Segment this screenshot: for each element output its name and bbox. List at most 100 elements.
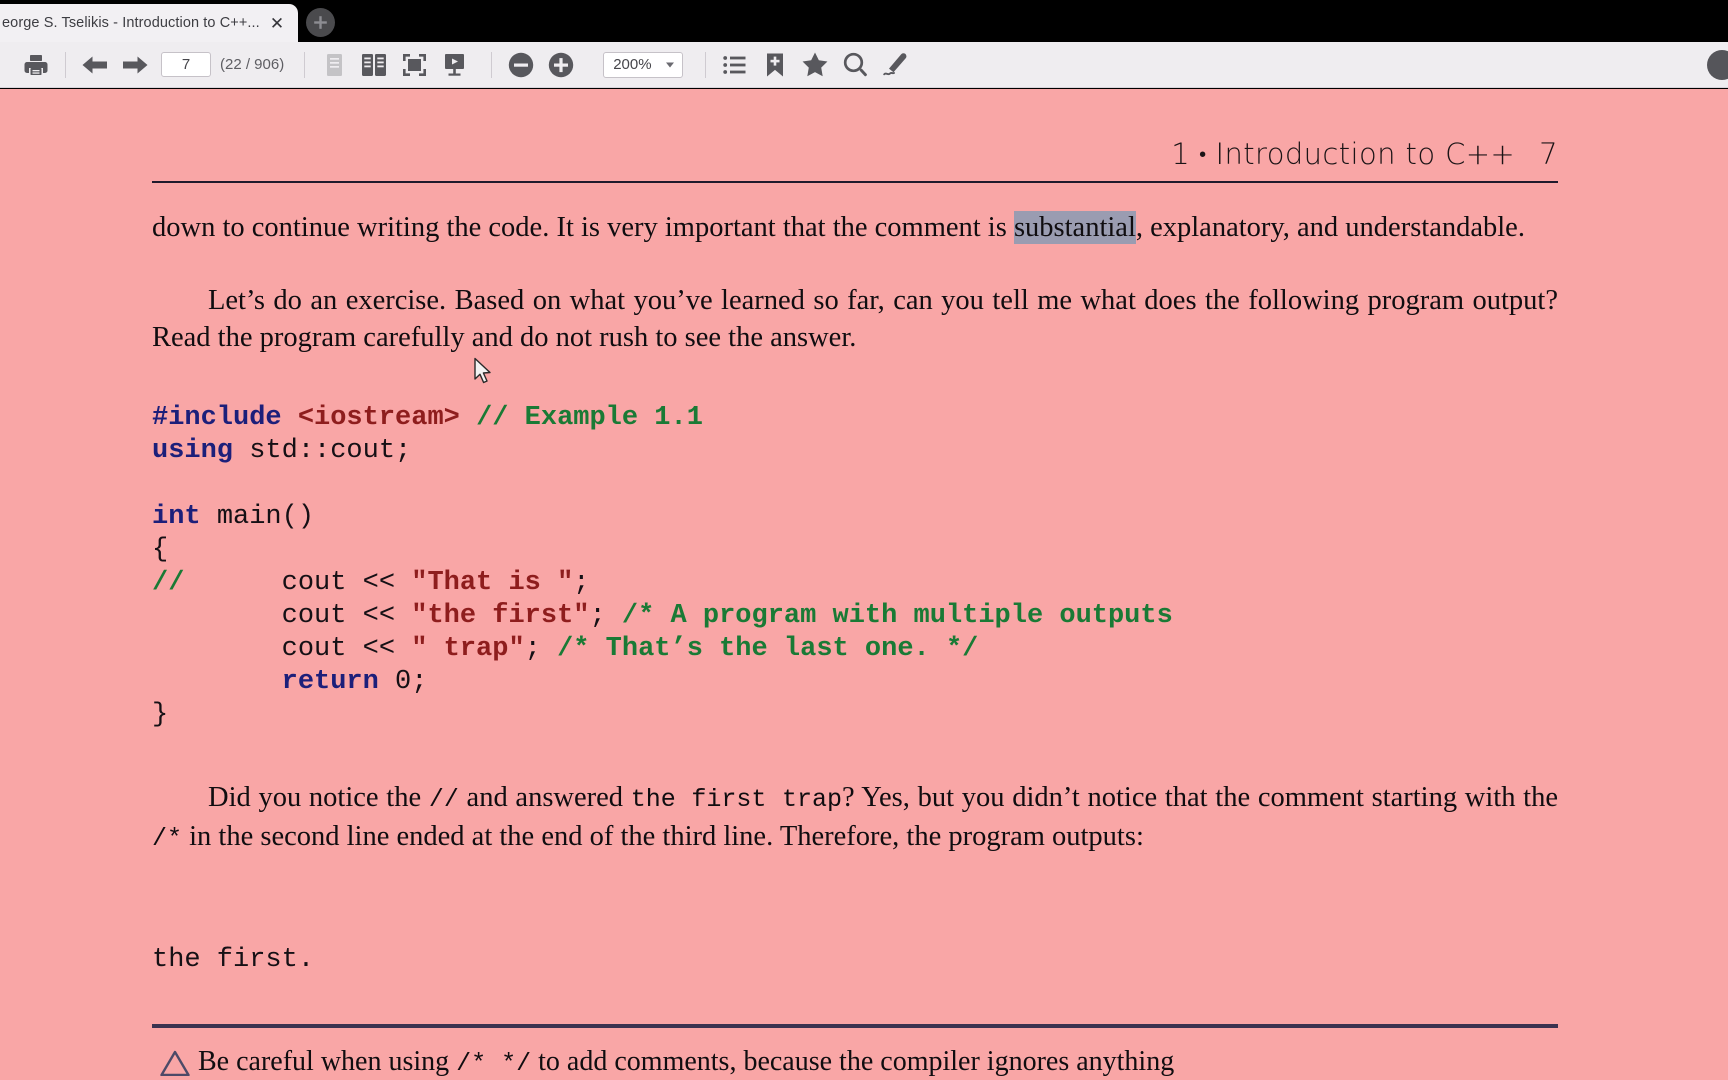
code-line7-comment: /* A program with multiple outputs bbox=[621, 601, 1173, 631]
minus-circle-icon bbox=[509, 52, 534, 77]
dual-page-icon bbox=[362, 53, 387, 76]
code-close-brace: } bbox=[152, 700, 169, 730]
page-count-label: (22 / 906) bbox=[220, 56, 285, 73]
code-include-keyword: #include bbox=[152, 403, 282, 433]
paragraph-3: Did you notice the // and answered the f… bbox=[152, 779, 1558, 857]
code-return-keyword: return bbox=[281, 667, 379, 697]
star-icon bbox=[802, 52, 828, 77]
add-bookmark-button[interactable] bbox=[755, 46, 795, 84]
printer-icon bbox=[24, 54, 48, 75]
code-using-target: std::cout; bbox=[249, 436, 412, 466]
outline-button[interactable] bbox=[715, 46, 755, 84]
mouse-cursor bbox=[473, 357, 493, 390]
toolbar-separator-3 bbox=[491, 51, 493, 78]
warning-text-b: to add comments, because the compiler ig… bbox=[531, 1046, 1175, 1077]
running-header-page: 7 bbox=[1539, 137, 1558, 171]
zoom-out-button[interactable] bbox=[501, 46, 541, 84]
presentation-mode-button[interactable] bbox=[434, 46, 474, 84]
fit-page-button[interactable] bbox=[394, 46, 434, 84]
code-include-header: <iostream> bbox=[297, 403, 460, 433]
avatar[interactable] bbox=[1707, 49, 1728, 80]
warning-callout: Be careful when using /* */ to add comme… bbox=[152, 1044, 1558, 1080]
paragraph-3-code-1: // bbox=[428, 785, 459, 814]
bookmark-plus-icon bbox=[767, 53, 784, 76]
code-line7-semicolon: ; bbox=[589, 601, 622, 631]
warning-code-1: /* */ bbox=[456, 1049, 532, 1078]
paragraph-1: down to continue writing the code. It is… bbox=[152, 209, 1558, 246]
plus-circle-icon bbox=[549, 52, 574, 77]
warning-text: Be careful when using /* */ to add comme… bbox=[198, 1044, 1558, 1080]
bottom-rule bbox=[152, 1024, 1558, 1028]
browser-tab-active[interactable]: eorge S. Tselikis - Introduction to C++.… bbox=[0, 4, 298, 42]
running-header-title: Introduction to C++ bbox=[1215, 137, 1516, 171]
new-tab-button[interactable] bbox=[306, 8, 335, 37]
code-line8-stmt: cout << bbox=[281, 634, 412, 664]
tab-bar: eorge S. Tselikis - Introduction to C++.… bbox=[0, 0, 1728, 42]
tab-title: eorge S. Tselikis - Introduction to C++.… bbox=[2, 15, 260, 31]
paragraph-3-code-3: /* bbox=[152, 824, 183, 853]
zoom-level-select[interactable]: 200% bbox=[603, 51, 684, 78]
code-listing: #include <iostream> // Example 1.1 using… bbox=[152, 402, 1173, 732]
next-page-button[interactable] bbox=[115, 46, 155, 84]
list-icon bbox=[723, 55, 746, 74]
cursor-arrow-icon bbox=[474, 357, 491, 384]
code-line6-semicolon: ; bbox=[573, 568, 590, 598]
close-icon[interactable]: ✕ bbox=[266, 12, 288, 34]
warning-text-a: Be careful when using bbox=[198, 1046, 457, 1077]
code-line6-string: "That is " bbox=[411, 568, 574, 598]
code-line6-stmt: cout << bbox=[281, 568, 412, 598]
dual-page-view-button[interactable] bbox=[354, 46, 394, 84]
toolbar-right-group bbox=[1707, 49, 1728, 80]
code-using-keyword: using bbox=[152, 436, 234, 466]
pen-highlighter-icon bbox=[883, 53, 907, 76]
program-output: the first. bbox=[152, 945, 315, 975]
single-page-icon bbox=[326, 53, 342, 76]
code-line7-stmt: cout << bbox=[281, 601, 412, 631]
code-line8-string: " trap" bbox=[411, 634, 525, 664]
paragraph-3-b: and answered bbox=[458, 782, 631, 813]
paragraph-1-before: down to continue writing the code. It is… bbox=[152, 212, 1014, 243]
running-header-chapter: 1 bbox=[1171, 137, 1191, 171]
annotate-button[interactable] bbox=[875, 46, 915, 84]
document-viewport[interactable]: 1 • Introduction to C++ 7 down to continue … bbox=[0, 89, 1728, 1080]
toolbar-separator-1 bbox=[65, 51, 66, 78]
header-rule bbox=[152, 181, 1558, 183]
zoom-level-value: 200% bbox=[613, 56, 652, 73]
toolbar-separator-4 bbox=[705, 51, 707, 78]
code-int-keyword: int bbox=[152, 502, 201, 532]
previous-page-button[interactable] bbox=[75, 46, 115, 84]
code-return-value: 0; bbox=[378, 667, 428, 697]
pdf-page: 1 • Introduction to C++ 7 down to continue … bbox=[0, 89, 1728, 1080]
paragraph-3-code-2: the first trap bbox=[630, 785, 842, 814]
toolbar-separator-2 bbox=[304, 51, 306, 78]
bullet-icon: • bbox=[1199, 142, 1207, 166]
code-open-brace: { bbox=[152, 535, 169, 565]
presentation-icon bbox=[444, 53, 464, 76]
code-line8-semicolon: ; bbox=[524, 634, 558, 664]
chevron-down-icon bbox=[666, 62, 675, 67]
single-page-view-button[interactable] bbox=[314, 46, 354, 84]
plus-icon bbox=[314, 16, 327, 29]
browser-window: eorge S. Tselikis - Introduction to C++.… bbox=[0, 0, 1728, 1080]
print-button[interactable] bbox=[16, 46, 56, 84]
viewer-toolbar: (22 / 906) bbox=[0, 42, 1728, 88]
paragraph-1-after: , explanatory, and understandable. bbox=[1135, 212, 1525, 243]
code-line6-comment-marker: // bbox=[152, 568, 185, 598]
search-button[interactable] bbox=[835, 46, 875, 84]
paragraph-3-c: ? Yes, but you didn’t notice that the co… bbox=[841, 782, 1558, 813]
warning-triangle-icon bbox=[160, 1050, 190, 1076]
paragraph-2: Let’s do an exercise. Based on what you’… bbox=[152, 285, 1558, 353]
page-number-input[interactable] bbox=[161, 52, 211, 77]
code-example-comment: // Example 1.1 bbox=[476, 403, 703, 433]
text-selection-highlight[interactable]: substantial bbox=[1013, 211, 1136, 244]
warning-icon-wrap bbox=[152, 1044, 198, 1076]
running-header: 1 • Introduction to C++ 7 bbox=[1171, 137, 1558, 171]
arrow-left-icon bbox=[82, 56, 107, 73]
zoom-in-button[interactable] bbox=[541, 46, 581, 84]
code-main-signature: main() bbox=[216, 502, 315, 532]
code-line7-string: "the first" bbox=[411, 601, 590, 631]
favorites-button[interactable] bbox=[795, 46, 835, 84]
paragraph-3-a: Did you notice the bbox=[208, 782, 429, 813]
paragraph-3-d: in the second line ended at the end of t… bbox=[182, 821, 1144, 852]
arrow-right-icon bbox=[123, 56, 148, 73]
